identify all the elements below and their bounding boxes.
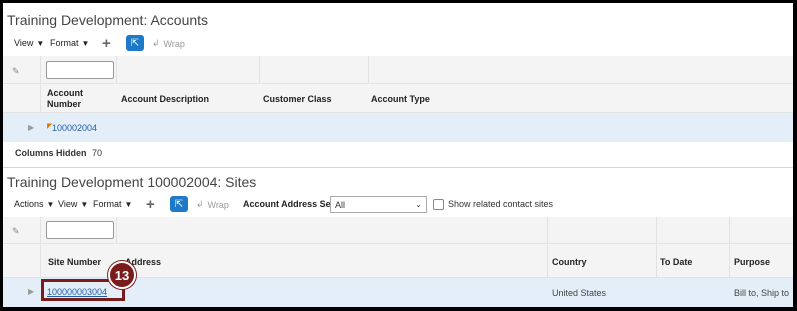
accounts-table: ✎ Account Number Account Description Cus… — [3, 56, 793, 160]
pencil-icon[interactable]: ✎ — [12, 226, 20, 237]
plus-icon[interactable]: + — [102, 36, 111, 51]
column-account-description[interactable]: Account Description — [121, 94, 209, 104]
address-set-value: All — [335, 199, 346, 210]
address-set-select[interactable]: All ⌄ — [330, 196, 427, 213]
show-related-label: Show related contact sites — [448, 199, 554, 209]
column-country[interactable]: Country — [552, 257, 587, 267]
table-row[interactable] — [3, 113, 793, 142]
site-number-filter[interactable] — [46, 221, 114, 239]
wrap-icon: ↲ — [196, 199, 204, 209]
expand-icon[interactable]: ▶ — [28, 287, 34, 296]
accounts-title: Training Development: Accounts — [7, 12, 209, 28]
account-number-filter[interactable] — [46, 61, 114, 79]
sites-actions-menu[interactable]: Actions ▼ — [14, 199, 54, 209]
purpose-value: Bill to, Ship to — [734, 288, 790, 298]
show-related-checkbox[interactable] — [433, 199, 444, 210]
pencil-icon[interactable]: ✎ — [12, 66, 20, 77]
columns-hidden-label: Columns Hidden — [15, 148, 87, 158]
freeze-icon[interactable]: ⇱ — [170, 196, 188, 212]
country-value: United States — [552, 288, 607, 298]
column-account-number[interactable]: Account Number — [47, 88, 107, 110]
columns-hidden-count: 70 — [92, 148, 103, 158]
view-label: View — [14, 38, 34, 48]
columns-hidden-status: Columns Hidden 70 — [15, 148, 102, 158]
sites-format-menu[interactable]: Format ▼ — [93, 199, 132, 209]
format-label: Format — [50, 38, 79, 48]
section-divider — [3, 167, 793, 168]
plus-icon[interactable]: + — [146, 197, 155, 212]
chevron-down-icon: ▼ — [80, 199, 89, 209]
chevron-down-icon: ▼ — [124, 199, 133, 209]
actions-label: Actions — [14, 199, 44, 209]
chevron-down-icon: ▼ — [36, 38, 45, 48]
column-to-date[interactable]: To Date — [660, 257, 692, 267]
wrap-label: Wrap — [207, 199, 229, 210]
format-label: Format — [93, 199, 122, 209]
wrap-label: Wrap — [163, 38, 185, 49]
accounts-wrap-button[interactable]: ↲ Wrap — [152, 38, 185, 49]
sites-wrap-button[interactable]: ↲ Wrap — [196, 199, 229, 210]
sites-title: Training Development 100002004: Sites — [7, 174, 257, 190]
column-purpose[interactable]: Purpose — [734, 257, 770, 267]
column-account-type[interactable]: Account Type — [371, 94, 430, 104]
column-site-number[interactable]: Site Number — [48, 257, 101, 267]
account-number-link[interactable]: 100002004 — [52, 123, 97, 133]
chevron-down-icon: ▼ — [46, 199, 55, 209]
column-customer-class[interactable]: Customer Class — [263, 94, 332, 104]
chevron-down-icon: ▼ — [81, 38, 90, 48]
freeze-icon[interactable]: ⇱ — [126, 35, 144, 51]
accounts-format-menu[interactable]: Format ▼ — [50, 38, 89, 48]
app-frame: Training Development: Accounts View ▼ For… — [3, 3, 793, 307]
wrap-icon: ↲ — [152, 38, 160, 48]
sites-view-menu[interactable]: View ▼ — [58, 199, 88, 209]
expand-icon[interactable]: ▶ — [28, 123, 34, 132]
address-set-label: Account Address Set — [243, 199, 334, 209]
accounts-view-menu[interactable]: View ▼ — [14, 38, 44, 48]
chevron-down-icon: ⌄ — [415, 200, 422, 209]
step-callout-badge: 13 — [108, 261, 136, 289]
view-label: View — [58, 199, 78, 209]
